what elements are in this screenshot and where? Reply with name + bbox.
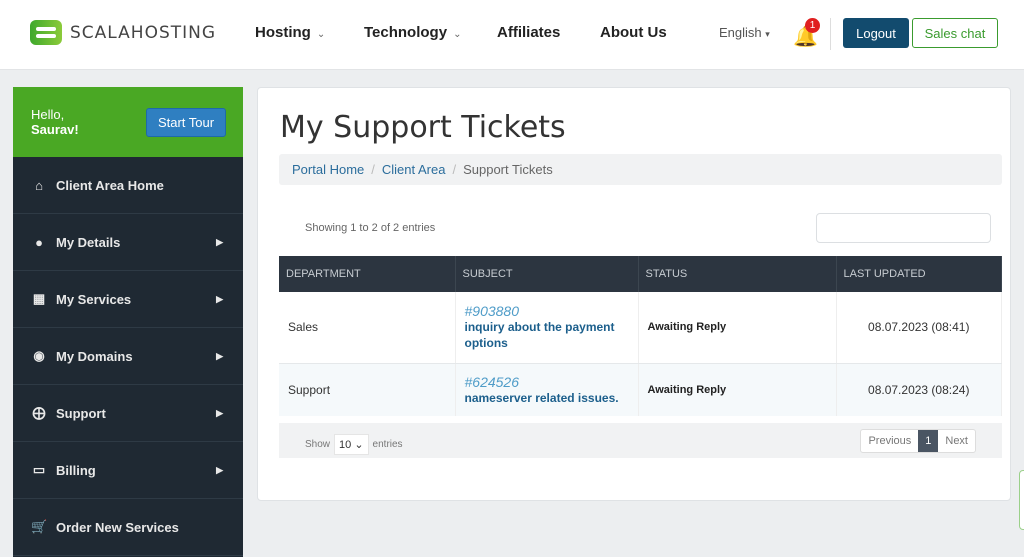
breadcrumb-current: Support Tickets bbox=[463, 162, 553, 177]
status-cell: Awaiting Reply bbox=[638, 363, 837, 416]
page-size-select[interactable]: 10 ⌄ bbox=[334, 434, 369, 455]
sidebar-item-support[interactable]: ⨁ Support ▶ bbox=[13, 385, 243, 442]
nav-affiliates[interactable]: Affiliates bbox=[497, 24, 560, 41]
start-tour-button[interactable]: Start Tour bbox=[146, 108, 226, 137]
grid-icon: ▦ bbox=[32, 291, 46, 306]
sidebar-item-client-area-home[interactable]: ⌂ Client Area Home bbox=[13, 157, 243, 214]
caret-right-icon: ▶ bbox=[216, 293, 223, 304]
ticket-subject-link[interactable]: nameserver related issues. bbox=[465, 391, 619, 405]
chevron-down-icon: ⌄ bbox=[453, 29, 462, 40]
nav-hosting[interactable]: Hosting ⌄ bbox=[255, 24, 325, 41]
table-footer: Show 10 ⌄ entries Previous 1 Next bbox=[279, 423, 1002, 458]
sidebar-item-label: Client Area Home bbox=[56, 177, 164, 193]
previous-button[interactable]: Previous bbox=[861, 430, 918, 452]
user-icon: ● bbox=[35, 234, 43, 250]
breadcrumb-portal-home[interactable]: Portal Home bbox=[292, 162, 364, 177]
updated-cell: 08.07.2023 (08:24) bbox=[836, 363, 1002, 416]
table-row[interactable]: Sales #903880 inquiry about the payment o… bbox=[279, 292, 1002, 364]
page-size-value: 10 bbox=[339, 439, 352, 451]
lifebuoy-icon: ⨁ bbox=[32, 405, 46, 420]
page-1-button[interactable]: 1 bbox=[918, 430, 939, 452]
language-label: English bbox=[719, 25, 762, 40]
entries-info: Showing 1 to 2 of 2 entries bbox=[305, 222, 436, 234]
notification-badge: 1 bbox=[805, 18, 820, 33]
cart-icon: 🛒 bbox=[31, 519, 48, 534]
separator: / bbox=[371, 162, 375, 177]
sidebar-item-my-domains[interactable]: ◉ My Domains ▶ bbox=[13, 328, 243, 385]
nav-about-us[interactable]: About Us bbox=[600, 24, 667, 41]
breadcrumb: Portal Home / Client Area / Support Tickets bbox=[279, 154, 1002, 185]
search-input[interactable] bbox=[816, 213, 991, 243]
sidebar-item-label: My Details bbox=[56, 234, 121, 250]
ticket-id-link[interactable]: #903880 bbox=[465, 303, 629, 319]
nav-label: Technology bbox=[364, 24, 448, 41]
breadcrumb-client-area[interactable]: Client Area bbox=[382, 162, 446, 177]
greeting-panel: Hello, Saurav! Start Tour bbox=[13, 87, 243, 157]
caret-right-icon: ▶ bbox=[216, 407, 223, 418]
divider bbox=[830, 18, 831, 50]
chevron-down-icon: ⌄ bbox=[354, 439, 364, 451]
next-button[interactable]: Next bbox=[938, 430, 975, 452]
nav-label: Hosting bbox=[255, 24, 311, 41]
sidebar-item-label: Billing bbox=[56, 462, 96, 478]
globe-icon: ◉ bbox=[33, 348, 45, 363]
show-label: Show bbox=[305, 439, 331, 450]
sidebar-item-order-new-services[interactable]: 🛒 Order New Services bbox=[13, 499, 243, 556]
logout-button[interactable]: Logout bbox=[843, 18, 909, 48]
separator: / bbox=[452, 162, 457, 177]
entries-label: entries bbox=[372, 439, 403, 450]
status-cell: Awaiting Reply bbox=[638, 292, 837, 364]
chat-widget-tab[interactable] bbox=[1019, 470, 1024, 530]
tickets-card: My Support Tickets Portal Home / Client Ar… bbox=[257, 87, 1011, 501]
sidebar: Hello, Saurav! Start Tour ⌂ Client Area H… bbox=[13, 87, 243, 557]
page-size-control: Show 10 ⌄ entries bbox=[305, 434, 403, 455]
pagination: Previous 1 Next bbox=[860, 429, 976, 453]
brand-name: SCALAHOSTING bbox=[70, 22, 217, 43]
sidebar-item-label: My Domains bbox=[56, 348, 133, 364]
sidebar-item-my-details[interactable]: ● My Details ▶ bbox=[13, 214, 243, 271]
ticket-subject-link[interactable]: inquiry about the payment options bbox=[465, 320, 615, 350]
column-last-updated[interactable]: LAST UPDATED bbox=[836, 256, 1002, 292]
column-status[interactable]: STATUS bbox=[638, 256, 837, 292]
caret-right-icon: ▶ bbox=[216, 236, 223, 247]
sidebar-item-label: Support bbox=[56, 405, 106, 421]
sidebar-item-label: My Services bbox=[56, 291, 132, 307]
sidebar-item-billing[interactable]: ▭ Billing ▶ bbox=[13, 442, 243, 499]
sidebar-item-label: Order New Services bbox=[56, 519, 179, 535]
column-department[interactable]: DEPARTMENT bbox=[279, 256, 456, 292]
subject-cell[interactable]: #624526 nameserver related issues. bbox=[455, 363, 639, 416]
column-subject[interactable]: SUBJECT bbox=[455, 256, 639, 292]
table-row[interactable]: Support #624526 nameserver related issues… bbox=[279, 363, 1002, 416]
ticket-id-link[interactable]: #624526 bbox=[465, 374, 629, 390]
table-header: DEPARTMENT SUBJECT STATUS LAST UPDATED bbox=[279, 256, 1002, 292]
caret-down-icon: ▾ bbox=[765, 29, 770, 39]
language-selector[interactable]: English ▾ bbox=[719, 25, 770, 40]
top-bar: SCALAHOSTING Hosting ⌄ Technology ⌄ Affili… bbox=[0, 0, 1024, 70]
department-cell: Support bbox=[279, 363, 456, 416]
logo-icon bbox=[30, 20, 62, 45]
chevron-down-icon: ⌄ bbox=[316, 29, 326, 40]
updated-cell: 08.07.2023 (08:41) bbox=[836, 292, 1002, 364]
greeting: Hello, bbox=[31, 107, 65, 122]
subject-cell[interactable]: #903880 inquiry about the payment options bbox=[455, 292, 639, 364]
sidebar-item-my-services[interactable]: ▦ My Services ▶ bbox=[13, 271, 243, 328]
nav-technology[interactable]: Technology ⌄ bbox=[364, 24, 461, 41]
caret-right-icon: ▶ bbox=[216, 464, 223, 475]
home-icon: ⌂ bbox=[35, 177, 43, 193]
department-cell: Sales bbox=[279, 292, 456, 364]
brand-logo[interactable]: SCALAHOSTING bbox=[30, 20, 216, 45]
page-title: My Support Tickets bbox=[280, 110, 566, 145]
caret-right-icon: ▶ bbox=[216, 350, 223, 361]
tickets-table: DEPARTMENT SUBJECT STATUS LAST UPDATED S… bbox=[279, 256, 1002, 416]
sales-chat-button[interactable]: Sales chat bbox=[912, 18, 998, 48]
money-icon: ▭ bbox=[32, 462, 46, 477]
